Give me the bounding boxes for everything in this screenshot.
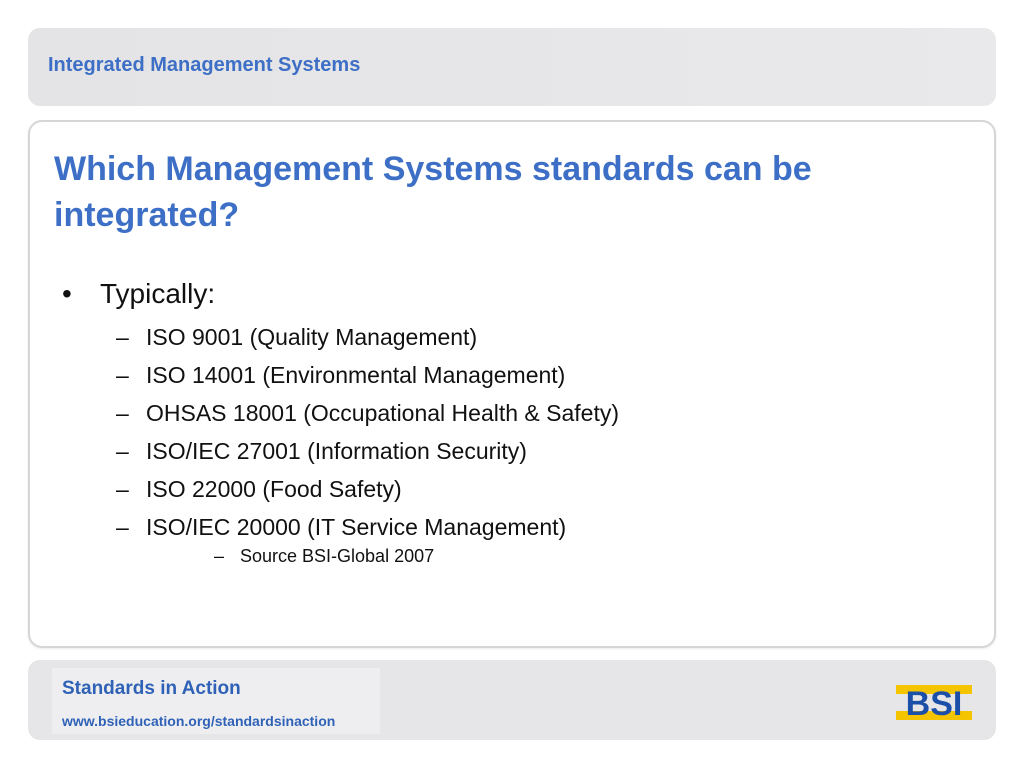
slide: Integrated Management Systems Which Mana…: [0, 0, 1024, 768]
list-item: – ISO 9001 (Quality Management): [116, 318, 619, 356]
list-item: – ISO/IEC 20000 (IT Service Management): [116, 508, 619, 546]
bsi-logo: BSI: [896, 685, 972, 722]
dash-mark: –: [116, 362, 129, 388]
list-item-text: ISO 9001 (Quality Management): [146, 324, 478, 350]
list-item-text: ISO 22000 (Food Safety): [146, 476, 402, 502]
bullet-text: Typically:: [100, 278, 216, 309]
dash-mark: –: [116, 514, 129, 540]
source-note: – Source BSI-Global 2007: [214, 546, 434, 567]
standards-list: – ISO 9001 (Quality Management) – ISO 1400…: [116, 318, 619, 546]
footer-url-link[interactable]: www.bsieducation.org/standardsinaction: [62, 713, 335, 729]
source-text: Source BSI-Global 2007: [240, 546, 435, 566]
dash-mark: –: [116, 400, 129, 426]
dash-mark: –: [214, 546, 225, 566]
list-item: – ISO 14001 (Environmental Management): [116, 356, 619, 394]
dash-mark: –: [116, 324, 129, 350]
bullet-typically: • Typically:: [62, 278, 215, 310]
slide-heading: Which Management Systems standards can b…: [54, 150, 812, 234]
list-item: – ISO 22000 (Food Safety): [116, 470, 619, 508]
header-title: Integrated Management Systems: [48, 54, 361, 76]
footer-title: Standards in Action: [62, 678, 241, 699]
dash-mark: –: [116, 476, 129, 502]
list-item-text: ISO/IEC 27001 (Information Security): [146, 438, 527, 464]
list-item-text: OHSAS 18001 (Occupational Health & Safet…: [146, 400, 620, 426]
list-item: – OHSAS 18001 (Occupational Health & Safe…: [116, 394, 619, 432]
list-item-text: ISO/IEC 20000 (IT Service Management): [146, 514, 567, 540]
list-item: – ISO/IEC 27001 (Information Security): [116, 432, 619, 470]
bsi-logo-text: BSI: [906, 685, 963, 722]
bullet-mark: •: [62, 278, 72, 309]
list-item-text: ISO 14001 (Environmental Management): [146, 362, 566, 388]
dash-mark: –: [116, 438, 129, 464]
